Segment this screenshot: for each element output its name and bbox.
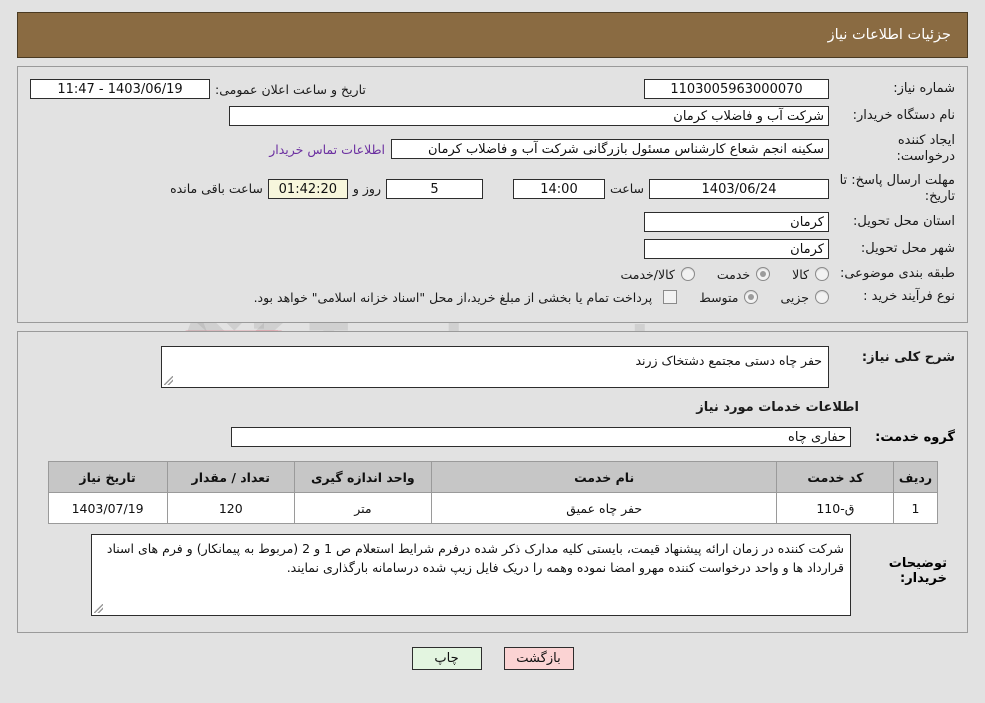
page-header-bar: جزئیات اطلاعات نیاز [17, 12, 968, 58]
cell-code: ق-110 [776, 492, 895, 524]
request-creator-field[interactable]: سکینه انجم شعاع کارشناس مسئول بازرگانی ش… [391, 139, 829, 160]
category-label: طبقه بندی موضوعی: [839, 266, 955, 281]
cell-date: 1403/07/19 [47, 492, 168, 524]
radio-icon[interactable] [815, 267, 829, 282]
footer-actions: بازگشت چاپ [0, 647, 985, 670]
need-info-panel: شماره نیاز: 1103005963000070 تاریخ و ساع… [17, 66, 968, 323]
row-deadline: مهلت ارسال پاسخ: تا تاریخ: 1403/06/24 سا… [30, 173, 955, 206]
process-type-label: نوع فرآیند خرید : [863, 289, 955, 305]
table-header-row: ردیف کد خدمت نام خدمت واحد اندازه گیری ت… [47, 461, 938, 493]
services-section-title: اطلاعات خدمات مورد نیاز [696, 400, 859, 415]
category-option-label: خدمت [716, 266, 751, 282]
row-buyer-notes: توضیحات خریدار: شرکت کننده در زمان ارائه… [30, 534, 955, 616]
table-row: 1 ق-110 حفر چاه عمیق متر 120 1403/07/19 [47, 492, 938, 524]
radio-icon[interactable] [680, 267, 695, 282]
row-category: طبقه بندی موضوعی: کالا خدمت کالا/خدمت [30, 266, 955, 282]
process-option-label: جزیی [780, 289, 809, 305]
category-option-label: کالا/خدمت [620, 266, 675, 282]
delivery-province-label: استان محل تحویل: [853, 213, 955, 229]
row-service-group: گروه خدمت: حفاری چاه [30, 427, 955, 447]
deadline-time-label: ساعت [609, 181, 644, 197]
row-process-type: نوع فرآیند خرید : جزیی متوسط پرداخت تمام… [30, 289, 955, 305]
general-desc-textarea[interactable]: حفر چاه دستی مجتمع دشتخاک زرند [161, 346, 829, 388]
buyer-contact-link[interactable]: اطلاعات تماس خریدار [263, 142, 391, 157]
treasury-bond-note: پرداخت تمام یا بخشی از مبلغ خرید،از محل … [253, 289, 653, 305]
col-header-unit: واحد اندازه گیری [293, 461, 432, 493]
print-button[interactable]: چاپ [411, 647, 482, 670]
row-need-number: شماره نیاز: 1103005963000070 تاریخ و ساع… [30, 79, 955, 99]
cell-unit: متر [293, 492, 432, 524]
category-option-kala-khedmat[interactable]: کالا/خدمت [620, 266, 695, 282]
row-delivery-city: شهر محل تحویل: کرمان [30, 239, 955, 259]
radio-icon[interactable] [756, 267, 771, 282]
process-type-radio-group: جزیی متوسط [677, 290, 829, 305]
deadline-remaining-field: 01:42:20 [267, 178, 348, 199]
deadline-remaining-label: ساعت باقی مانده [170, 181, 263, 197]
request-creator-label: ایجاد کننده درخواست: [896, 133, 955, 165]
deadline-time-field[interactable]: 14:00 [512, 178, 605, 199]
page-root: AriaTender.net AriaTender جزئیات اطلاعات… [0, 12, 985, 703]
announce-datetime-field[interactable]: 1403/06/19 - 11:47 [30, 79, 210, 99]
category-option-khedmat[interactable]: خدمت [716, 266, 771, 282]
buyer-notes-textarea[interactable]: شرکت کننده در زمان ارائه پیشنهاد قیمت، ب… [91, 534, 851, 616]
row-delivery-province: استان محل تحویل: کرمان [30, 212, 955, 232]
buyer-notes-label: توضیحات خریدار: [888, 556, 947, 586]
treasury-bond-checkbox[interactable] [663, 290, 678, 305]
row-request-creator: ایجاد کننده درخواست: سکینه انجم شعاع کار… [30, 133, 955, 166]
need-number-label: شماره نیاز: [893, 80, 955, 96]
delivery-city-label: شهر محل تحویل: [860, 240, 955, 256]
radio-icon[interactable] [744, 290, 759, 305]
deadline-label: مهلت ارسال پاسخ: تا تاریخ: [839, 172, 955, 204]
items-table-wrap: ردیف کد خدمت نام خدمت واحد اندازه گیری ت… [30, 461, 955, 524]
category-radio-group: کالا خدمت کالا/خدمت [598, 267, 829, 282]
col-header-date: تاریخ نیاز [47, 461, 168, 493]
radio-icon[interactable] [815, 290, 829, 305]
delivery-province-field[interactable]: کرمان [644, 212, 829, 232]
col-header-code: کد خدمت [776, 461, 895, 493]
buyer-org-field[interactable]: شرکت آب و فاضلاب کرمان [229, 106, 829, 126]
category-option-kala[interactable]: کالا [792, 267, 829, 282]
deadline-days-field[interactable]: 5 [385, 178, 483, 199]
col-header-name: نام خدمت [430, 461, 778, 493]
cell-radif: 1 [893, 492, 938, 524]
category-option-label: کالا [792, 266, 809, 282]
service-group-label: گروه خدمت: [875, 429, 955, 445]
process-option-motavasset[interactable]: متوسط [699, 289, 759, 305]
service-details-panel: شرح کلی نیاز: حفر چاه دستی مجتمع دشتخاک … [17, 331, 968, 633]
announce-datetime-label: تاریخ و ساعت اعلان عمومی: [215, 81, 366, 97]
deadline-days-label: روز و [352, 181, 381, 197]
row-general-desc: شرح کلی نیاز: حفر چاه دستی مجتمع دشتخاک … [30, 346, 955, 388]
buyer-org-label: نام دستگاه خریدار: [852, 107, 955, 123]
cell-qty: 120 [166, 492, 295, 524]
need-number-field[interactable]: 1103005963000070 [644, 79, 829, 99]
page-title: جزئیات اطلاعات نیاز [827, 27, 951, 43]
cell-name: حفر چاه عمیق [430, 492, 778, 524]
col-header-radif: ردیف [893, 461, 938, 493]
general-desc-label: شرح کلی نیاز: [861, 350, 955, 365]
deadline-date-field[interactable]: 1403/06/24 [649, 178, 829, 199]
back-button[interactable]: بازگشت [503, 647, 574, 670]
items-table: ردیف کد خدمت نام خدمت واحد اندازه گیری ت… [47, 461, 938, 524]
process-option-label: متوسط [699, 289, 739, 305]
row-buyer-org: نام دستگاه خریدار: شرکت آب و فاضلاب کرما… [30, 106, 955, 126]
service-group-field[interactable]: حفاری چاه [231, 427, 851, 447]
process-option-jozii[interactable]: جزیی [780, 290, 829, 305]
delivery-city-field[interactable]: کرمان [644, 239, 829, 259]
col-header-qty: تعداد / مقدار [166, 461, 295, 493]
